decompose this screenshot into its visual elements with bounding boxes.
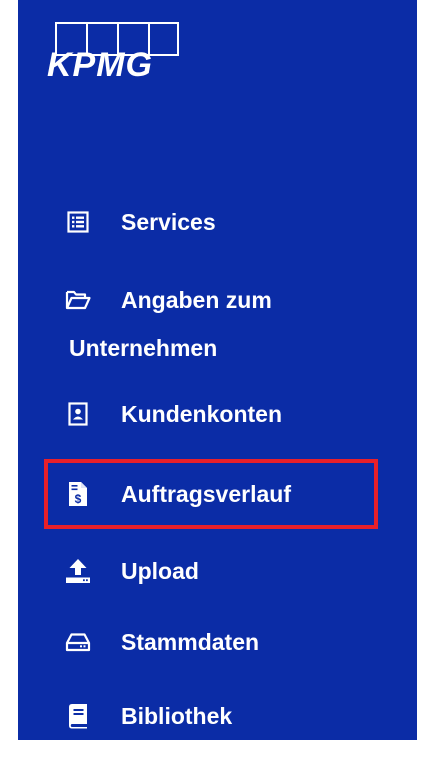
folder-open-icon bbox=[65, 287, 91, 313]
sidebar-item-services[interactable]: Services bbox=[18, 209, 216, 235]
sidebar-item-label: Bibliothek bbox=[121, 702, 233, 729]
sidebar-item-stammdaten[interactable]: Stammdaten bbox=[18, 629, 259, 655]
upload-icon bbox=[65, 558, 91, 584]
sidebar-item-label: Stammdaten bbox=[121, 628, 260, 655]
highlight-box bbox=[44, 459, 378, 529]
sidebar-item-label: Services bbox=[121, 208, 216, 235]
kpmg-logo[interactable]: KPMG bbox=[47, 22, 197, 82]
sidebar-item-bibliothek[interactable]: Bibliothek bbox=[18, 703, 232, 729]
sidebar: KPMG Services Angaben zum Unternehmen Ku… bbox=[18, 0, 417, 740]
sidebar-item-label: Upload bbox=[121, 557, 199, 584]
sidebar-item-label: Angaben zum bbox=[121, 286, 272, 313]
book-icon bbox=[65, 703, 91, 729]
sidebar-item-upload[interactable]: Upload bbox=[18, 558, 199, 584]
sidebar-item-angaben-zum-unternehmen[interactable]: Angaben zum Unternehmen bbox=[18, 287, 272, 362]
list-icon bbox=[65, 209, 91, 235]
logo-text: KPMG bbox=[47, 46, 153, 84]
sidebar-item-kundenkonten[interactable]: Kundenkonten bbox=[18, 401, 282, 427]
contact-card-icon bbox=[65, 401, 91, 427]
drive-icon bbox=[65, 629, 91, 655]
sidebar-item-label-line2: Unternehmen bbox=[69, 335, 218, 361]
sidebar-item-label: Kundenkonten bbox=[121, 400, 282, 427]
